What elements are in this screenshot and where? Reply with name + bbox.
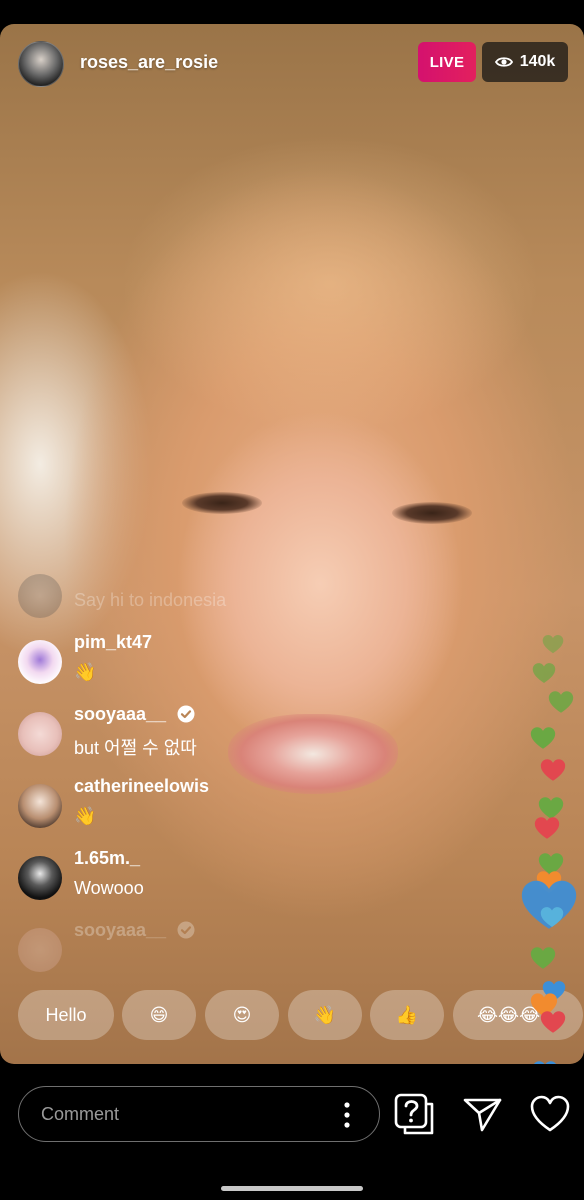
- quick-reply-laugh-triple[interactable]: 😂😂😂: [453, 990, 583, 1040]
- comment-text: 👋: [74, 662, 97, 682]
- comments-feed[interactable]: Say hi to indonesia pim_kt47 👋 sooyaaa__…: [0, 560, 400, 980]
- comment-item: catherineelowis 👋: [18, 774, 398, 838]
- quick-reply-hello[interactable]: Hello: [18, 990, 114, 1040]
- comment-username[interactable]: catherineelowis: [74, 776, 209, 797]
- video-detail: [392, 502, 472, 524]
- comment-avatar[interactable]: [18, 784, 62, 828]
- live-badge: LIVE: [418, 42, 476, 82]
- comment-username-text: sooyaaa__: [74, 920, 167, 940]
- comment-item: 1.65m._ Wowooo: [18, 846, 398, 910]
- host-username[interactable]: roses_are_rosie: [80, 52, 218, 73]
- comment-placeholder: Comment: [41, 1104, 120, 1124]
- quick-reply-thumbs-up[interactable]: 👍: [370, 990, 444, 1040]
- comment-username[interactable]: 1.65m._: [74, 848, 140, 869]
- heart-icon[interactable]: [528, 1092, 572, 1136]
- verified-badge-icon: [177, 705, 195, 723]
- viewer-count-badge[interactable]: 140k: [482, 42, 568, 82]
- question-icon[interactable]: [392, 1092, 436, 1136]
- comment-username[interactable]: pim_kt47: [74, 632, 152, 653]
- comment-avatar: [18, 574, 62, 618]
- comment-item: pim_kt47 👋: [18, 630, 398, 694]
- host-avatar[interactable]: [18, 41, 64, 87]
- comment-avatar[interactable]: [18, 640, 62, 684]
- video-detail: [182, 492, 262, 514]
- video-highlight: [120, 134, 540, 434]
- comment-item: sooyaaa__: [18, 918, 398, 982]
- comment-avatar: [18, 928, 62, 972]
- verified-badge-icon: [177, 921, 195, 939]
- comment-text: but 어쩔 수 없따: [74, 738, 197, 758]
- comment-username[interactable]: sooyaaa__: [74, 704, 195, 725]
- viewer-count: 140k: [519, 53, 556, 70]
- comment-text: 👋: [74, 806, 97, 826]
- comment-username: sooyaaa__: [74, 920, 195, 941]
- quick-reply-heart-eyes[interactable]: 😍: [205, 990, 279, 1040]
- comment-avatar[interactable]: [18, 856, 62, 900]
- comment-avatar[interactable]: [18, 712, 62, 756]
- bottom-bar: Comment: [0, 1064, 584, 1200]
- quick-reply-bar: Hello 😄 😍 👋 👍 😂😂😂: [18, 990, 584, 1042]
- comment-item: sooyaaa__ but 어쩔 수 없따: [18, 702, 398, 766]
- comment-text: Wowooo: [74, 878, 144, 898]
- live-header: roses_are_rosie LIVE 140k: [0, 24, 584, 104]
- comment-username-text: sooyaaa__: [74, 704, 167, 724]
- comment-text: Say hi to indonesia: [74, 590, 227, 610]
- home-indicator[interactable]: [221, 1186, 363, 1191]
- comment-item: Say hi to indonesia: [18, 574, 398, 638]
- comment-input[interactable]: Comment: [18, 1086, 380, 1142]
- quick-reply-wave[interactable]: 👋: [288, 990, 362, 1040]
- quick-reply-laugh[interactable]: 😄: [122, 990, 196, 1040]
- eye-icon: [494, 57, 513, 67]
- more-options-icon[interactable]: [341, 1101, 353, 1129]
- send-icon[interactable]: [460, 1092, 504, 1136]
